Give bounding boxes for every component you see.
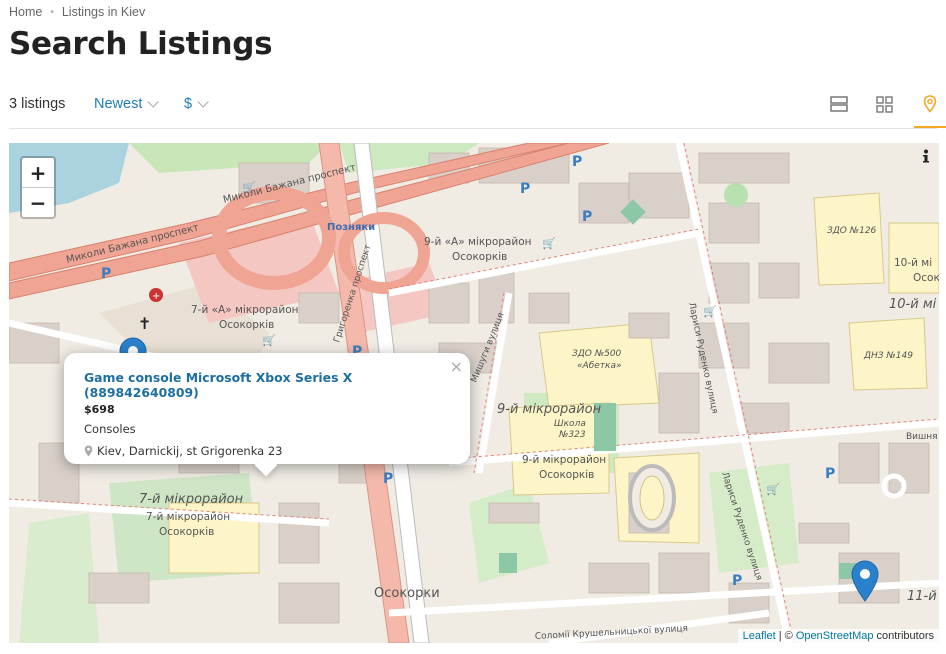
map-label: Осокорків [219, 319, 274, 331]
popup-price: $698 [84, 403, 115, 416]
currency-label: $ [184, 96, 193, 112]
listings-map[interactable]: PPP PPP PPP 🛒🛒🛒 🛒🛒 + ✝ Миколи Бажана про… [9, 143, 939, 643]
list-view-icon [830, 96, 848, 112]
map-attribution: Leaflet | © OpenStreetMap contributors [737, 629, 939, 643]
attribution-suffix: contributors [873, 630, 934, 642]
svg-text:P: P [825, 466, 835, 482]
map-label: 9-й мікрорайон [522, 454, 606, 466]
info-icon[interactable] [919, 149, 933, 163]
svg-text:P: P [383, 471, 393, 487]
map-label: Соломії Крушельницької вулиця [535, 624, 689, 642]
listing-popup: × Game console Microsoft Xbox Series X (… [64, 353, 470, 477]
breadcrumb: Home • Listings in Kiev [9, 5, 145, 19]
map-label: 10-й мі [894, 257, 932, 269]
chevron-down-icon [147, 96, 160, 108]
list-view-button[interactable] [827, 92, 851, 116]
popup-category: Consoles [84, 422, 136, 436]
zoom-out-button[interactable]: − [22, 188, 54, 217]
grid-view-button[interactable] [872, 92, 896, 116]
map-label: 7-й мікрорайон [139, 492, 244, 507]
svg-text:P: P [572, 154, 582, 170]
map-label: 10-й мі [889, 297, 937, 312]
svg-text:P: P [582, 209, 592, 225]
sort-dropdown[interactable]: Newest [94, 96, 160, 112]
zoom-in-button[interactable]: + [22, 158, 54, 188]
map-label: Осокорки [374, 586, 440, 601]
map-label: «Абетка» [577, 361, 622, 371]
map-label: Осокорків [159, 526, 214, 538]
map-label: ДНЗ №149 [863, 351, 913, 361]
sort-label: Newest [94, 96, 143, 112]
map-label: Вишня [906, 432, 938, 442]
listing-count: 3 listings [9, 96, 66, 112]
attribution-separator: | © [775, 630, 796, 642]
map-label: 11-й [907, 589, 937, 604]
popup-address: Kiev, Darnickij, st Grigorenka 23 [84, 444, 282, 458]
map-label: Осокорків [539, 469, 594, 481]
svg-text:P: P [732, 573, 742, 589]
breadcrumb-separator: • [50, 6, 54, 18]
svg-text:P: P [520, 181, 530, 197]
currency-dropdown[interactable]: $ [184, 96, 209, 112]
svg-text:+: + [152, 291, 160, 302]
map-label: №323 [558, 430, 586, 440]
map-label: Школа [554, 419, 586, 429]
location-icon [84, 445, 93, 457]
popup-address-text: Kiev, Darnickij, st Grigorenka 23 [97, 444, 283, 458]
map-label: 9-й «А» мікрорайон [424, 236, 531, 248]
page-title: Search Listings [9, 26, 273, 62]
openstreetmap-link[interactable]: OpenStreetMap [796, 630, 874, 642]
breadcrumb-home[interactable]: Home [9, 5, 42, 19]
svg-text:🛒: 🛒 [542, 237, 556, 250]
svg-text:🛒: 🛒 [766, 483, 780, 496]
map-label: 7-й мікрорайон [146, 511, 230, 523]
map-label: 9-й мікрорайон [497, 402, 602, 417]
svg-text:🛒: 🛒 [262, 334, 276, 347]
map-label: ЗДО №126 [827, 226, 877, 236]
svg-text:✝: ✝ [138, 314, 151, 333]
popup-listing-title[interactable]: Game console Microsoft Xbox Series X (88… [84, 370, 470, 400]
svg-text:🛒: 🛒 [703, 305, 717, 318]
chevron-down-icon [197, 96, 209, 108]
map-view-button[interactable] [914, 92, 946, 128]
svg-text:P: P [101, 266, 111, 282]
map-label: ЗДО №500 [572, 349, 622, 359]
grid-view-icon [875, 95, 893, 113]
map-label: Позняки [327, 222, 375, 233]
listings-toolbar: 3 listings Newest $ [9, 92, 946, 129]
map-label: Осокорків [452, 251, 507, 263]
leaflet-link[interactable]: Leaflet [743, 630, 776, 642]
map-label: 7-й «А» мікрорайон [191, 304, 298, 316]
map-label: Осок [913, 272, 939, 284]
breadcrumb-current: Listings in Kiev [61, 5, 146, 19]
zoom-control: + − [20, 156, 56, 219]
map-pin-icon [923, 95, 937, 113]
